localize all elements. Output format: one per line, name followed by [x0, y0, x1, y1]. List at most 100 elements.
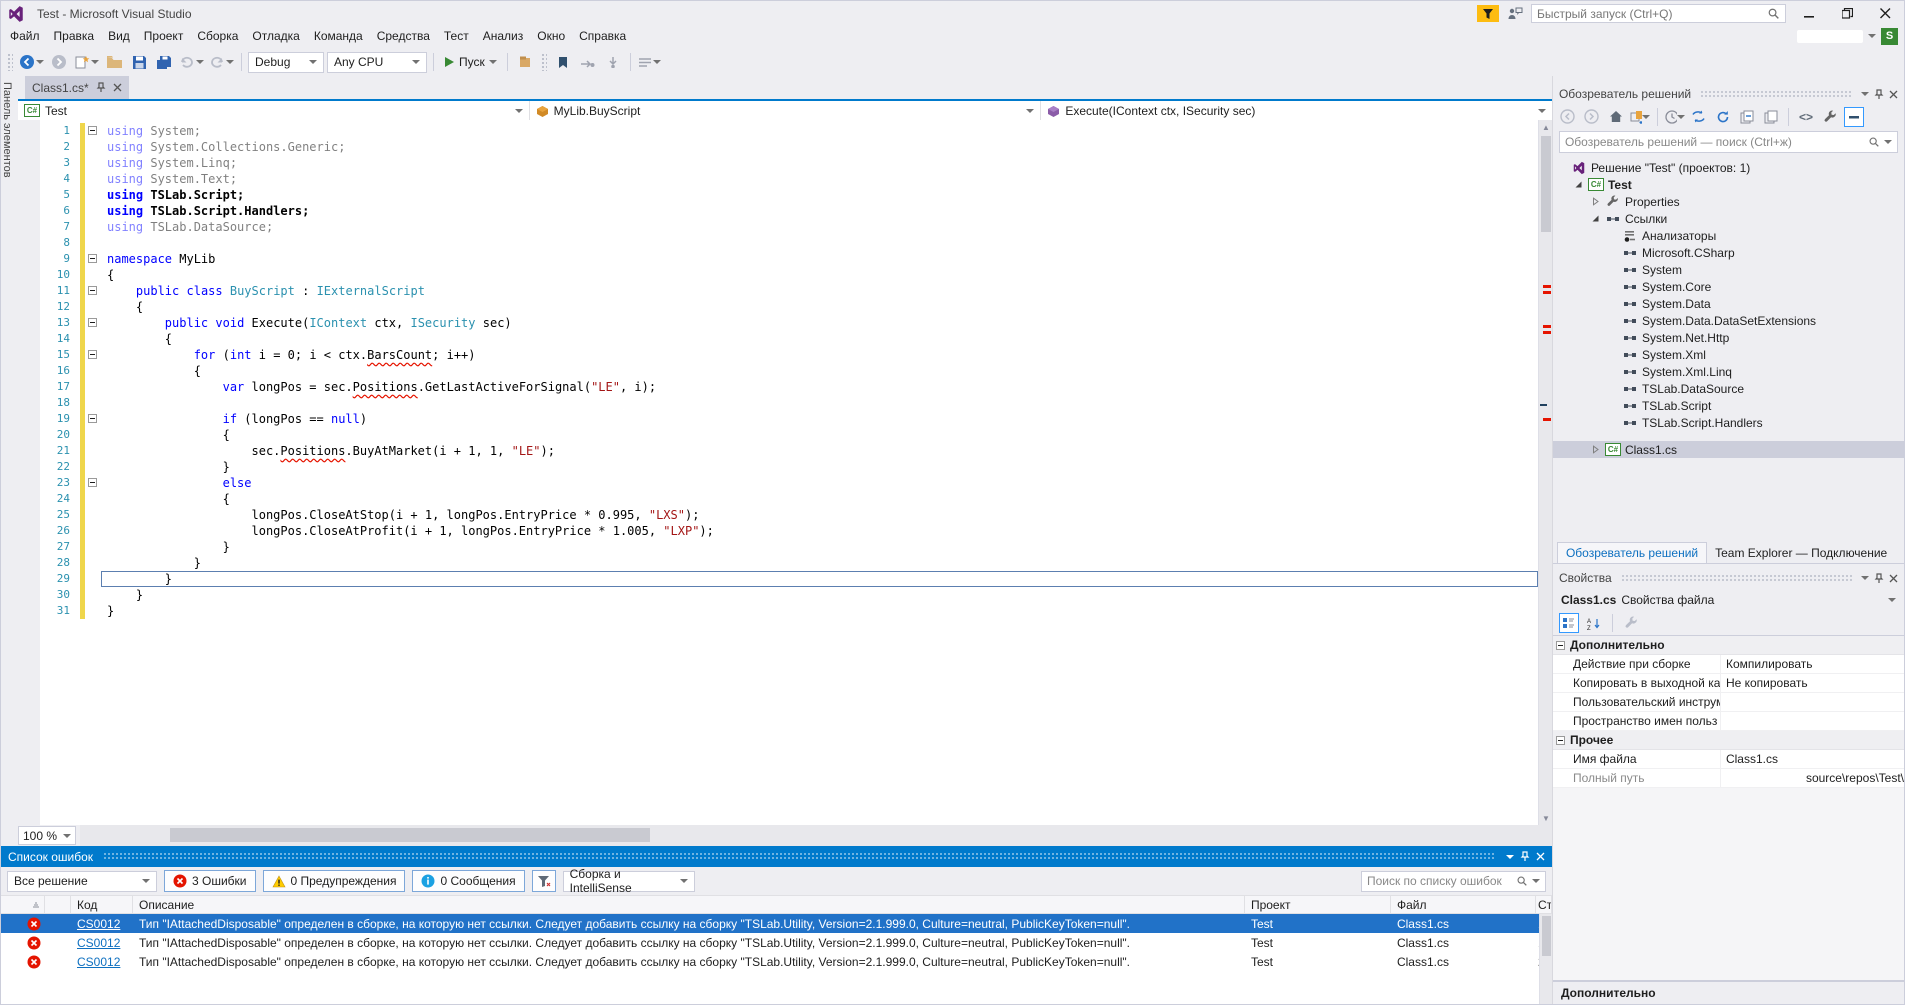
- menu-item-7[interactable]: Средства: [370, 25, 437, 47]
- code-line[interactable]: 16 {: [40, 363, 1538, 379]
- column-description[interactable]: Описание: [133, 896, 1245, 913]
- code-line[interactable]: 2using System.Collections.Generic;: [40, 139, 1538, 155]
- window-position-icon[interactable]: [1861, 576, 1869, 584]
- code-line[interactable]: 18: [40, 395, 1538, 411]
- platform-dropdown[interactable]: Any CPU: [327, 52, 427, 73]
- menu-item-0[interactable]: Файл: [3, 25, 47, 47]
- close-icon[interactable]: [1889, 90, 1898, 99]
- tree-item-2[interactable]: Properties: [1553, 193, 1904, 210]
- close-icon[interactable]: [113, 83, 122, 92]
- menu-item-6[interactable]: Команда: [307, 25, 370, 47]
- attach-process-button[interactable]: [514, 51, 536, 73]
- error-list-scrollbar[interactable]: [1539, 914, 1552, 1004]
- code-line[interactable]: 11 public class BuyScript : IExternalScr…: [40, 283, 1538, 299]
- toolbar-grip[interactable]: [7, 53, 13, 71]
- code-line[interactable]: 17 var longPos = sec.Positions.GetLastAc…: [40, 379, 1538, 395]
- home-button[interactable]: [1606, 107, 1626, 127]
- scrollbar-thumb[interactable]: [170, 828, 650, 842]
- forward-button[interactable]: [1582, 107, 1602, 127]
- collapse-toggle-icon[interactable]: [88, 286, 97, 295]
- menu-item-10[interactable]: Окно: [530, 25, 572, 47]
- code-line[interactable]: 5using TSLab.Script;: [40, 187, 1538, 203]
- properties-object-dropdown[interactable]: Class1.cs Свойства файла: [1553, 588, 1904, 611]
- error-code[interactable]: CS0012: [71, 933, 133, 952]
- tree-item-0[interactable]: Решение "Test" (проектов: 1): [1553, 159, 1904, 176]
- step-over-button[interactable]: [577, 51, 599, 73]
- open-file-button[interactable]: [103, 51, 125, 73]
- errors-toggle[interactable]: 3 Ошибки: [164, 870, 256, 892]
- tree-item-5[interactable]: Microsoft.CSharp: [1553, 244, 1904, 261]
- property-row[interactable]: Пространство имен польз: [1553, 712, 1904, 731]
- property-row[interactable]: Имя файлаClass1.cs: [1553, 750, 1904, 769]
- code-line[interactable]: 10{: [40, 267, 1538, 283]
- save-button[interactable]: [128, 51, 150, 73]
- code-line[interactable]: 4using System.Text;: [40, 171, 1538, 187]
- tree-item-1[interactable]: C#Test: [1553, 176, 1904, 193]
- code-line[interactable]: 26 longPos.CloseAtProfit(i + 1, longPos.…: [40, 523, 1538, 539]
- type-dropdown[interactable]: MyLib.BuyScript: [530, 101, 1042, 120]
- account-avatar[interactable]: S: [1881, 28, 1898, 45]
- member-dropdown[interactable]: Execute(IContext ctx, ISecurity sec): [1041, 101, 1552, 120]
- sort-alphabetical-button[interactable]: AZ: [1584, 613, 1604, 633]
- tree-item-9[interactable]: System.Data.DataSetExtensions: [1553, 312, 1904, 329]
- start-debug-button[interactable]: Пуск: [440, 51, 501, 73]
- code-line[interactable]: 15 for (int i = 0; i < ctx.BarsCount; i+…: [40, 347, 1538, 363]
- tree-item-8[interactable]: System.Data: [1553, 295, 1904, 312]
- code-line[interactable]: 21 sec.Positions.BuyAtMarket(i + 1, 1, "…: [40, 443, 1538, 459]
- undo-button[interactable]: [178, 51, 205, 73]
- new-project-button[interactable]: [73, 51, 100, 73]
- line-options-button[interactable]: [637, 51, 662, 73]
- column-code[interactable]: Код: [71, 896, 133, 913]
- back-button[interactable]: [1558, 107, 1578, 127]
- severity-column-icon[interactable]: [1, 896, 45, 913]
- feedback-icon[interactable]: [1507, 7, 1523, 21]
- notifications-icon[interactable]: [1477, 5, 1499, 22]
- pin-icon[interactable]: [1874, 573, 1884, 584]
- properties-button[interactable]: [1820, 107, 1840, 127]
- property-value[interactable]: [1721, 693, 1904, 711]
- property-value[interactable]: Не копировать: [1721, 674, 1904, 692]
- code-line[interactable]: 31}: [40, 603, 1538, 619]
- property-value[interactable]: Компилировать: [1721, 655, 1904, 673]
- property-group-1[interactable]: Прочее: [1553, 731, 1904, 750]
- window-position-icon[interactable]: [1506, 855, 1514, 863]
- warnings-toggle[interactable]: 0 Предупреждения: [263, 870, 406, 892]
- scroll-down-icon[interactable]: ▼: [1539, 811, 1553, 825]
- code-line[interactable]: 22 }: [40, 459, 1538, 475]
- solution-search-input[interactable]: Обозреватель решений — поиск (Ctrl+ж): [1559, 131, 1898, 153]
- tree-item-12[interactable]: System.Xml.Linq: [1553, 363, 1904, 380]
- property-row[interactable]: Действие при сборкеКомпилировать: [1553, 655, 1904, 674]
- error-code[interactable]: CS0012: [71, 952, 133, 971]
- code-line[interactable]: 9namespace MyLib: [40, 251, 1538, 267]
- pin-icon[interactable]: [1874, 89, 1884, 100]
- show-all-files-button[interactable]: [1761, 107, 1781, 127]
- tab-class1[interactable]: Class1.cs*: [25, 76, 129, 99]
- code-line[interactable]: 23 else: [40, 475, 1538, 491]
- code-line[interactable]: 30 }: [40, 587, 1538, 603]
- tree-item-15[interactable]: TSLab.Script.Handlers: [1553, 414, 1904, 431]
- menu-item-4[interactable]: Сборка: [190, 25, 245, 47]
- filter-button[interactable]: [532, 870, 556, 892]
- code-line[interactable]: 3using System.Linq;: [40, 155, 1538, 171]
- property-row[interactable]: Пользовательский инструм: [1553, 693, 1904, 712]
- collapse-toggle-icon[interactable]: [88, 478, 97, 487]
- close-icon[interactable]: [1889, 574, 1898, 583]
- scrollbar-thumb[interactable]: [1542, 916, 1551, 956]
- navigate-forward-button[interactable]: [48, 51, 70, 73]
- column-icon[interactable]: [45, 896, 71, 913]
- column-file[interactable]: Файл: [1391, 896, 1536, 913]
- error-code-link[interactable]: CS0012: [77, 917, 120, 931]
- close-icon[interactable]: [1536, 852, 1545, 861]
- user-name-redacted[interactable]: [1797, 30, 1863, 43]
- code-line[interactable]: 14 {: [40, 331, 1538, 347]
- pending-changes-button[interactable]: [1665, 107, 1685, 127]
- code-line[interactable]: 28 }: [40, 555, 1538, 571]
- categorized-button[interactable]: [1559, 613, 1579, 633]
- tree-item-16[interactable]: C#Class1.cs: [1553, 441, 1904, 458]
- collapse-icon[interactable]: [1556, 641, 1565, 650]
- tab-team-explorer[interactable]: Team Explorer — Подключение: [1707, 543, 1895, 563]
- code-line[interactable]: 19 if (longPos == null): [40, 411, 1538, 427]
- collapse-toggle-icon[interactable]: [88, 254, 97, 263]
- tree-item-14[interactable]: TSLab.Script: [1553, 397, 1904, 414]
- menu-item-8[interactable]: Тест: [437, 25, 476, 47]
